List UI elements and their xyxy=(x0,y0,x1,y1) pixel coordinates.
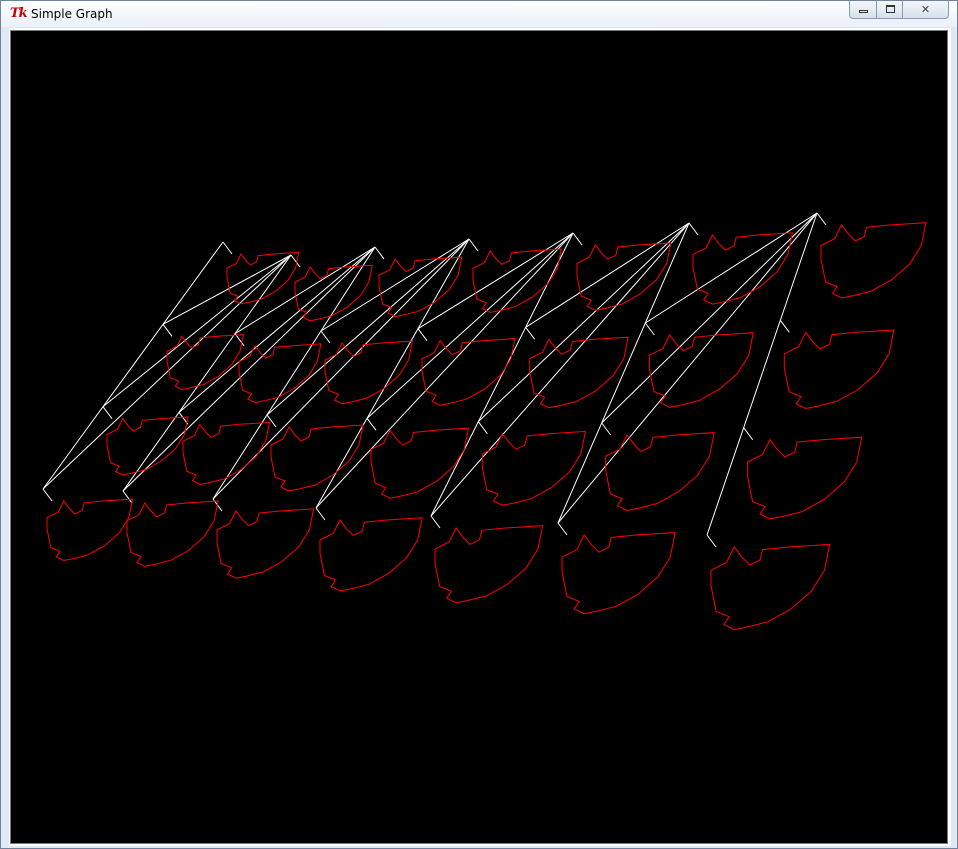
tree-branch-line xyxy=(430,515,441,529)
graph-drawing xyxy=(42,212,927,631)
window-title: Simple Graph xyxy=(31,7,113,21)
fan-shape xyxy=(747,436,863,520)
tree-trunk-line xyxy=(315,238,470,509)
tree-branch-line xyxy=(315,507,326,521)
tree-trunk-line xyxy=(212,246,376,500)
window-client-area xyxy=(9,28,951,846)
app-window: Tk Simple Graph ✕ xyxy=(0,0,958,849)
fan-shape xyxy=(710,543,831,631)
tree-branch-line xyxy=(644,322,655,336)
tree-branch-line xyxy=(266,414,277,428)
tree-branch-line xyxy=(816,212,827,226)
tree-link-line xyxy=(234,246,376,335)
tree-branch-line xyxy=(779,320,790,333)
fan-shape xyxy=(319,517,423,592)
tree-branch-line xyxy=(290,254,301,268)
tree-trunk-line xyxy=(557,222,690,524)
fan-shape xyxy=(434,525,544,604)
tree-link-line xyxy=(178,246,376,413)
tree-branch-line xyxy=(572,232,583,246)
tree-link-line xyxy=(557,212,818,524)
minimize-button[interactable] xyxy=(849,1,877,19)
fan-shape xyxy=(472,248,562,313)
fan-shape xyxy=(561,531,676,615)
fan-shape xyxy=(238,343,322,404)
tree-branch-line xyxy=(374,246,385,260)
tree-branch-line xyxy=(468,238,479,252)
fan-shape xyxy=(46,498,134,562)
tree-branch-line xyxy=(162,324,173,337)
window-controls: ✕ xyxy=(849,1,949,20)
tree-link-line xyxy=(601,212,818,424)
tree-branch-line xyxy=(706,534,717,548)
tree-link-line xyxy=(42,254,292,490)
fan-shape xyxy=(126,500,219,567)
fan-shape xyxy=(216,508,315,579)
tree-link-line xyxy=(122,246,376,492)
maximize-button[interactable] xyxy=(876,1,903,19)
tree-link-line xyxy=(525,222,690,328)
tree-link-line xyxy=(315,232,574,509)
title-bar[interactable]: Tk Simple Graph ✕ xyxy=(1,1,957,27)
tree-branch-line xyxy=(222,241,233,255)
fan-shape xyxy=(294,264,373,322)
tree-branch-line xyxy=(688,222,699,236)
tree-link-line xyxy=(320,238,470,332)
tree-branch-line xyxy=(743,427,754,440)
fan-shape xyxy=(270,424,364,492)
tree-branch-line xyxy=(557,522,568,536)
fan-shape xyxy=(370,427,470,499)
fan-shape xyxy=(648,332,754,408)
tree-branch-line xyxy=(417,328,428,341)
tree-trunk-line xyxy=(706,212,818,536)
tree-trunk-line xyxy=(42,241,224,490)
tree-link-line xyxy=(430,222,690,517)
tree-trunk-line xyxy=(122,254,292,492)
fan-shape xyxy=(692,232,794,305)
fan-shape xyxy=(481,430,587,506)
fan-shape xyxy=(166,334,245,391)
tree-link-line xyxy=(477,222,690,423)
fan-shape xyxy=(783,329,895,410)
fan-shapes xyxy=(46,222,927,631)
tree-branch-line xyxy=(122,490,133,504)
fan-shape xyxy=(421,338,516,406)
tree-link-line xyxy=(162,254,292,325)
tree-branch-line xyxy=(477,421,488,434)
maximize-icon xyxy=(886,5,895,13)
close-icon: ✕ xyxy=(920,3,931,16)
tree-link-line xyxy=(645,212,818,324)
tree-trunk-line xyxy=(430,232,574,517)
close-button[interactable]: ✕ xyxy=(902,1,949,19)
fan-shape xyxy=(106,416,189,476)
graph-canvas[interactable] xyxy=(10,30,948,844)
tree-branch-line xyxy=(525,327,536,340)
tree-branch-line xyxy=(320,330,331,344)
tree-lines xyxy=(42,212,827,548)
tree-branch-line xyxy=(601,422,612,436)
tree-branch-line xyxy=(366,418,377,431)
tree-branch-line xyxy=(102,406,113,419)
tree-branch-line xyxy=(42,488,53,502)
fan-shape xyxy=(820,222,927,299)
fan-shape xyxy=(605,432,715,512)
tk-feather-icon[interactable]: Tk xyxy=(10,6,28,22)
minimize-icon xyxy=(859,10,868,13)
